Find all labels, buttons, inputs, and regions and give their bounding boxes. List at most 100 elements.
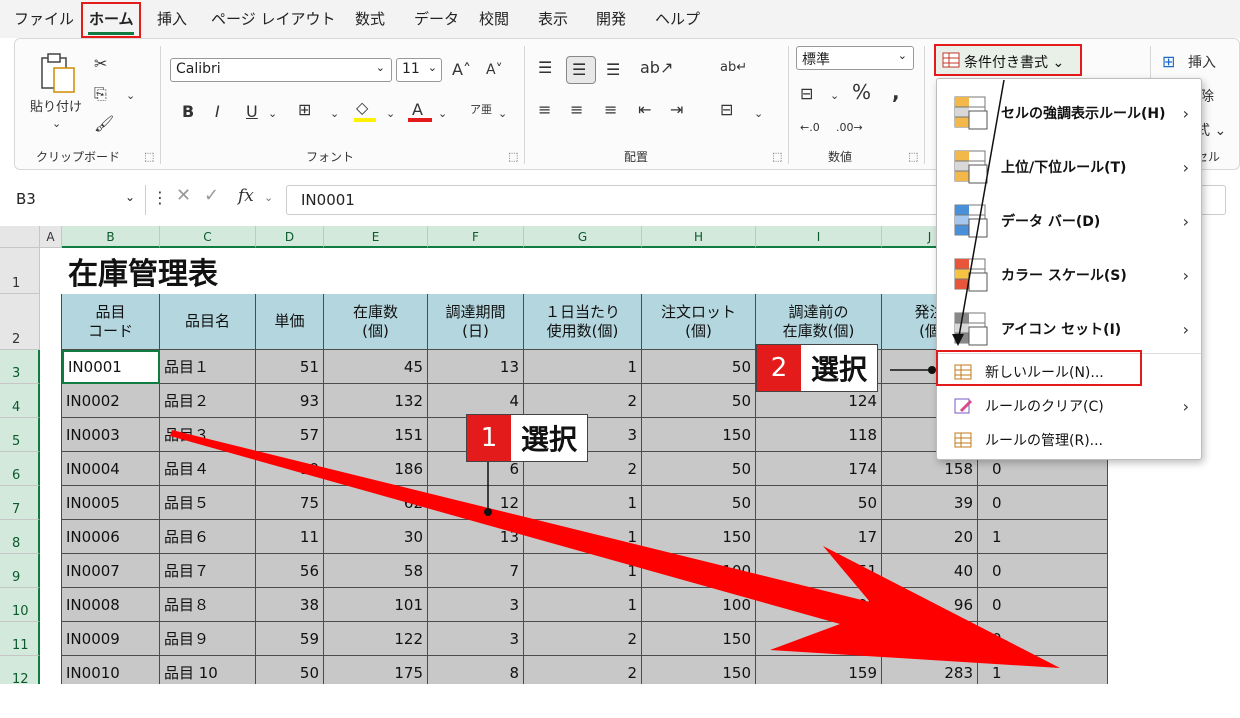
table-cell[interactable]: 39 [882,486,978,520]
table-cell[interactable]: 1 [524,486,642,520]
row-header-8[interactable]: 8 [0,520,40,554]
column-header-g[interactable]: G [524,226,642,248]
row-header-3[interactable]: 3 [0,350,40,384]
font-color-icon[interactable]: A [412,100,423,120]
italic-icon[interactable]: I [215,102,220,122]
table-cell[interactable]: 品目 10 [160,656,256,684]
table-cell[interactable]: 1 [978,520,1108,554]
column-header-b[interactable]: B [62,226,160,248]
table-cell[interactable]: 62 [324,486,428,520]
table-cell[interactable]: 98 [756,588,882,622]
item-code-cell[interactable]: IN0009 [62,622,160,656]
align-right-icon[interactable]: ≡ [604,100,617,120]
tab-insert[interactable]: 挿入 [157,8,187,29]
tab-formulas[interactable]: 数式 [355,8,385,29]
table-cell[interactable]: 150 [642,622,756,656]
table-cell[interactable]: 19 [256,452,324,486]
dialog-launcher-icon[interactable]: ⬚ [144,150,154,163]
chevron-down-icon[interactable]: ⌄ [386,104,395,124]
table-cell[interactable]: 品目８ [160,588,256,622]
column-header-c[interactable]: C [160,226,256,248]
dialog-launcher-icon[interactable]: ⬚ [508,150,518,163]
chevron-down-icon[interactable]: ⌄ [126,86,135,106]
table-cell[interactable]: 50 [256,656,324,684]
tab-page-layout[interactable]: ページ レイアウト [211,8,335,29]
table-cell[interactable]: 150 [642,418,756,452]
decrease-indent-icon[interactable]: ⇤ [638,100,651,120]
table-cell[interactable]: 50 [642,350,756,384]
table-cell[interactable]: 50 [642,452,756,486]
table-header-cell[interactable]: 在庫数 (個) [324,294,428,350]
table-header-cell[interactable]: 品目 コード [62,294,160,350]
table-cell[interactable]: 51 [256,350,324,384]
wrap-text-icon[interactable]: ab↵ [720,58,747,78]
table-cell[interactable]: 100 [642,554,756,588]
table-cell[interactable]: 20 [882,520,978,554]
table-cell[interactable]: 品目４ [160,452,256,486]
table-cell[interactable]: 50 [642,384,756,418]
underline-icon[interactable]: U [246,102,258,122]
table-cell[interactable]: 2 [524,384,642,418]
sheet-title[interactable]: 在庫管理表 [62,248,362,294]
table-cell[interactable]: 122 [324,622,428,656]
table-cell[interactable]: 96 [882,588,978,622]
table-cell[interactable]: 13 [428,520,524,554]
tab-developer[interactable]: 開発 [596,8,626,29]
table-cell[interactable]: 118 [756,418,882,452]
number-format-select[interactable]: 標準 ⌄ [796,46,914,70]
table-cell[interactable]: 116 [756,622,882,656]
table-header-cell[interactable]: 調達前の 在庫数(個) [756,294,882,350]
align-left-icon[interactable]: ≡ [538,100,551,120]
column-header-f[interactable]: F [428,226,524,248]
menu-item-data-bars[interactable]: データ バー(D) › [937,195,1201,247]
table-cell[interactable]: 101 [324,588,428,622]
bold-icon[interactable]: B [182,102,194,122]
table-cell[interactable]: 100 [642,588,756,622]
menu-item-top-bottom-rules[interactable]: 上位/下位ルール(T) › [937,141,1201,193]
font-size-select[interactable]: 11 ⌄ [396,58,442,82]
table-cell[interactable]: 17 [756,520,882,554]
insert-cells-label[interactable]: 挿入 [1188,52,1216,72]
format-painter-icon[interactable]: 🖌 [94,114,114,134]
item-code-cell[interactable]: IN0005 [62,486,160,520]
increase-font-icon[interactable]: A˄ [452,60,471,80]
item-code-cell[interactable]: IN0003 [62,418,160,452]
table-cell[interactable]: 50 [756,486,882,520]
column-header-h[interactable]: H [642,226,756,248]
menu-item-color-scales[interactable]: カラー スケール(S) › [937,249,1201,301]
phonetic-icon[interactable]: ア亜 [470,100,492,120]
dialog-launcher-icon[interactable]: ⬚ [908,150,918,163]
tab-file[interactable]: ファイル [14,8,74,29]
table-header-cell[interactable]: 調達期間 (日) [428,294,524,350]
chevron-down-icon[interactable]: ⌄ [830,86,839,106]
column-header-d[interactable]: D [256,226,324,248]
table-header-cell[interactable]: １日当たり 使用数(個) [524,294,642,350]
fill-color-icon[interactable]: ◇ [356,98,368,118]
table-cell[interactable]: 品目７ [160,554,256,588]
tab-help[interactable]: ヘルプ [655,8,700,29]
row-header-11[interactable]: 11 [0,622,40,656]
row-header-6[interactable]: 6 [0,452,40,486]
table-header-cell[interactable]: 単価 [256,294,324,350]
table-cell[interactable]: 75 [256,486,324,520]
item-code-cell[interactable]: IN0010 [62,656,160,684]
chevron-down-icon[interactable]: ⌄ [438,104,447,124]
decrease-font-icon[interactable]: A˅ [486,60,503,80]
paste-label[interactable]: 貼り付け [30,96,82,115]
table-cell[interactable]: 151 [324,418,428,452]
tab-data[interactable]: データ [414,8,459,29]
row-header-4[interactable]: 4 [0,384,40,418]
orientation-icon[interactable]: ab↗ [640,58,673,78]
align-top-icon[interactable]: ☰ [538,58,552,78]
table-cell[interactable]: 0 [978,622,1108,656]
row-header-1[interactable]: 1 [0,248,40,294]
font-name-select[interactable]: Calibri ⌄ [170,58,392,82]
table-cell[interactable]: 30 [324,520,428,554]
table-cell[interactable]: 1 [524,554,642,588]
table-cell[interactable]: 1 [524,588,642,622]
more-icon[interactable]: ⋮ [152,188,168,208]
table-cell[interactable]: 283 [882,656,978,684]
insert-function-icon[interactable]: fx [238,186,254,206]
table-cell[interactable]: 93 [256,384,324,418]
table-cell[interactable]: 品目９ [160,622,256,656]
